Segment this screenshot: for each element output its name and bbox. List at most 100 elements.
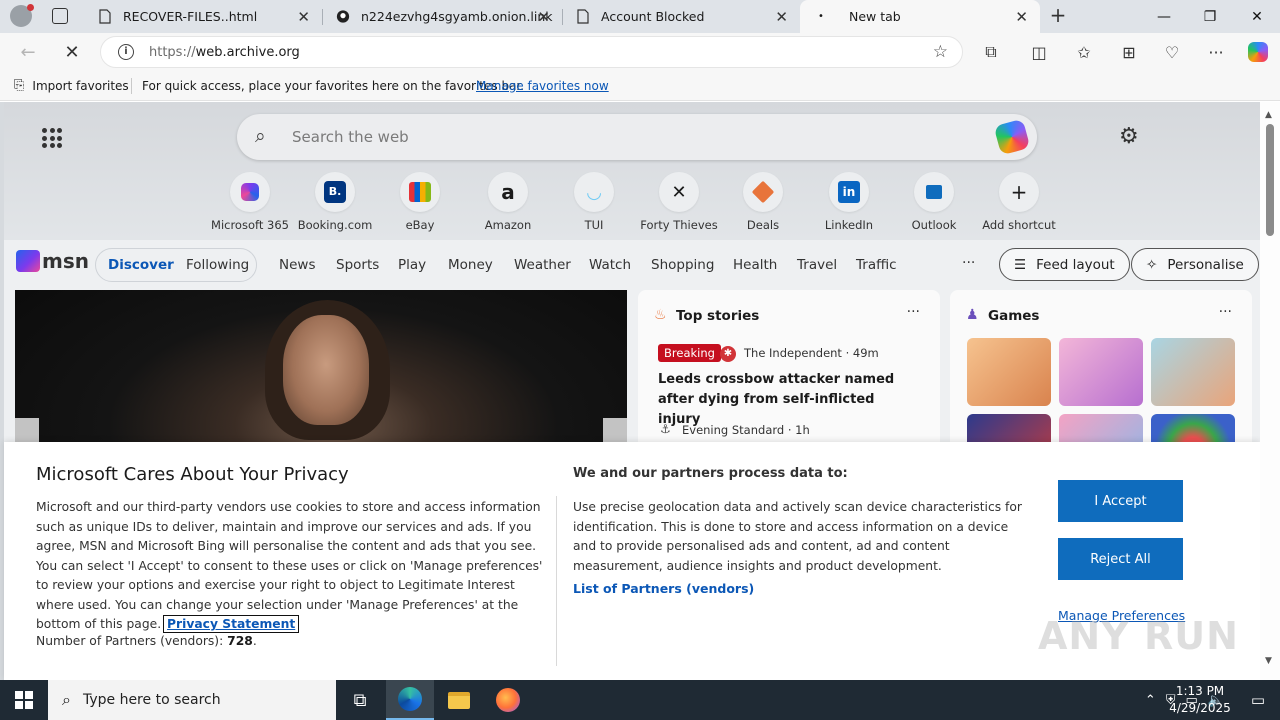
chevron-up-icon[interactable]: ⌃ (1145, 693, 1156, 708)
url-field[interactable]: i https://web.archive.org ☆ (100, 36, 963, 68)
favorites-icon[interactable]: ✩ (1070, 38, 1098, 66)
split-screen-icon[interactable]: ◫ (1025, 38, 1053, 66)
nav-news[interactable]: News (279, 257, 315, 273)
shortcut-linkedin[interactable]: in LinkedIn (806, 172, 892, 232)
shortcut-label: LinkedIn (824, 218, 874, 232)
shortcut-ebay[interactable]: eBay (377, 172, 463, 232)
tab-new-tab[interactable]: • New tab ✕ (800, 0, 1040, 33)
privacy-statement-link[interactable]: Privacy Statement (163, 615, 300, 633)
tab-discover[interactable]: Discover (108, 257, 174, 273)
msn-navigation: msn Discover Following News Sports Play … (4, 240, 1260, 288)
vendors-list-link[interactable]: List of Partners (vendors) (573, 581, 754, 596)
stop-loading-button[interactable]: ✕ (57, 37, 87, 67)
more-options-icon[interactable]: ··· (1219, 304, 1232, 320)
partners-period: . (252, 634, 257, 648)
shortcut-label: Forty Thieves (640, 218, 718, 232)
profile-avatar[interactable] (10, 4, 34, 27)
nav-weather[interactable]: Weather (514, 257, 571, 273)
web-search-box[interactable]: ⌕ (237, 114, 1037, 160)
copilot-icon[interactable] (1244, 38, 1272, 66)
windows-logo-icon (15, 691, 33, 709)
shortcut-tui[interactable]: ◡ TUI (551, 172, 637, 232)
nav-money[interactable]: Money (448, 257, 493, 273)
notifications-icon[interactable]: ▭ (1236, 680, 1280, 720)
scroll-down-icon[interactable]: ▼ (1265, 656, 1272, 666)
favorites-bar: ⎘ Import favorites For quick access, pla… (0, 71, 1280, 101)
minimize-button[interactable]: — (1141, 0, 1187, 33)
shortcut-microsoft-365[interactable]: Microsoft 365 (207, 172, 293, 232)
games-icon: ♟ (966, 307, 979, 323)
page-scrollbar[interactable]: ▲ ▼ (1260, 102, 1280, 680)
nav-sports[interactable]: Sports (336, 257, 379, 273)
extensions-icon[interactable]: ⧉ (977, 38, 1005, 66)
more-options-icon[interactable]: ··· (907, 304, 920, 320)
import-favorites-button[interactable]: ⎘ Import favorites (14, 78, 129, 93)
gear-icon[interactable]: ⚙ (1119, 124, 1139, 149)
close-icon[interactable]: ✕ (297, 8, 310, 26)
shortcut-booking[interactable]: B. Booking.com (292, 172, 378, 232)
tab-label: n224ezvhg4sgyamb.onion.link (361, 9, 553, 24)
back-button[interactable]: ← (13, 37, 43, 67)
search-input[interactable] (292, 124, 932, 150)
msn-logo[interactable]: msn (16, 249, 89, 273)
tab-actions-icon[interactable] (52, 8, 68, 24)
shortcut-amazon[interactable]: a Amazon (465, 172, 551, 232)
tab-onion-link[interactable]: n224ezvhg4sgyamb.onion.link ✕ (322, 0, 562, 33)
manage-favorites-link[interactable]: Manage favorites now (476, 79, 609, 93)
game-tile[interactable] (1151, 338, 1235, 406)
nav-travel[interactable]: Travel (797, 257, 837, 273)
favorite-star-icon[interactable]: ☆ (933, 42, 948, 62)
shortcut-add[interactable]: + Add shortcut (976, 172, 1062, 232)
nav-traffic[interactable]: Traffic (856, 257, 897, 273)
shortcut-outlook[interactable]: Outlook (891, 172, 977, 232)
close-icon[interactable]: ✕ (775, 8, 788, 26)
tab-account-blocked[interactable]: Account Blocked ✕ (562, 0, 800, 33)
import-favorites-label: Import favorites (32, 78, 129, 93)
nav-shopping[interactable]: Shopping (651, 257, 714, 273)
msn-logo-text: msn (42, 249, 89, 273)
site-info-icon[interactable]: i (118, 44, 134, 60)
game-tile[interactable] (967, 338, 1051, 406)
story-headline[interactable]: Leeds crossbow attacker named after dyin… (658, 370, 918, 430)
settings-more-icon[interactable]: ··· (1202, 38, 1230, 66)
shortcut-forty-thieves[interactable]: ✕ Forty Thieves (636, 172, 722, 232)
accept-button[interactable]: I Accept (1058, 480, 1183, 522)
scroll-thumb[interactable] (1266, 124, 1274, 236)
booking-glyph: B. (324, 181, 346, 203)
file-explorer-icon[interactable] (435, 680, 483, 720)
copilot-search-icon[interactable] (993, 118, 1031, 156)
more-nav-icon[interactable]: ··· (962, 255, 975, 271)
apps-launcher-icon[interactable] (42, 128, 62, 148)
shortcut-label: Microsoft 365 (211, 218, 289, 232)
nav-play[interactable]: Play (398, 257, 426, 273)
clock[interactable]: 1:13 PM 4/29/2025 (1168, 683, 1232, 717)
page-viewport: ⌕ ⚙ Microsoft 365 B. Booking.com eBay a … (0, 102, 1280, 680)
taskbar-search[interactable]: ⌕ Type here to search (48, 680, 336, 720)
tab-recover-files[interactable]: RECOVER-FILES..html ✕ (84, 0, 322, 33)
close-window-button[interactable]: ✕ (1234, 0, 1280, 33)
tui-icon: ◡ (574, 172, 614, 212)
address-bar: ← ✕ i https://web.archive.org ☆ ⧉ ◫ ✩ ⊞ … (0, 33, 1280, 71)
nav-health[interactable]: Health (733, 257, 777, 273)
game-tile[interactable] (1059, 338, 1143, 406)
close-icon[interactable]: ✕ (1015, 8, 1028, 26)
restore-button[interactable]: ❐ (1187, 0, 1233, 33)
the-independent-icon: ✱ (720, 346, 736, 362)
collections-icon[interactable]: ⊞ (1115, 38, 1143, 66)
task-view-icon[interactable]: ⧉ (336, 680, 384, 720)
new-tab-button[interactable]: + (1046, 3, 1070, 29)
feed-layout-button[interactable]: ☰ Feed layout (999, 248, 1130, 281)
nav-watch[interactable]: Watch (589, 257, 631, 273)
flame-icon: ♨ (654, 307, 667, 323)
url-text[interactable]: https://web.archive.org (149, 45, 300, 60)
browser-essentials-icon[interactable]: ♡ (1158, 38, 1186, 66)
edge-taskbar-icon[interactable] (386, 680, 434, 720)
firefox-icon[interactable] (484, 680, 532, 720)
personalise-button[interactable]: ✧ Personalise (1131, 248, 1259, 281)
close-icon[interactable]: ✕ (537, 8, 550, 26)
shortcut-deals[interactable]: Deals (720, 172, 806, 232)
reject-all-button[interactable]: Reject All (1058, 538, 1183, 580)
scroll-up-icon[interactable]: ▲ (1265, 110, 1272, 120)
tab-following[interactable]: Following (186, 257, 249, 273)
start-button[interactable] (0, 680, 48, 720)
